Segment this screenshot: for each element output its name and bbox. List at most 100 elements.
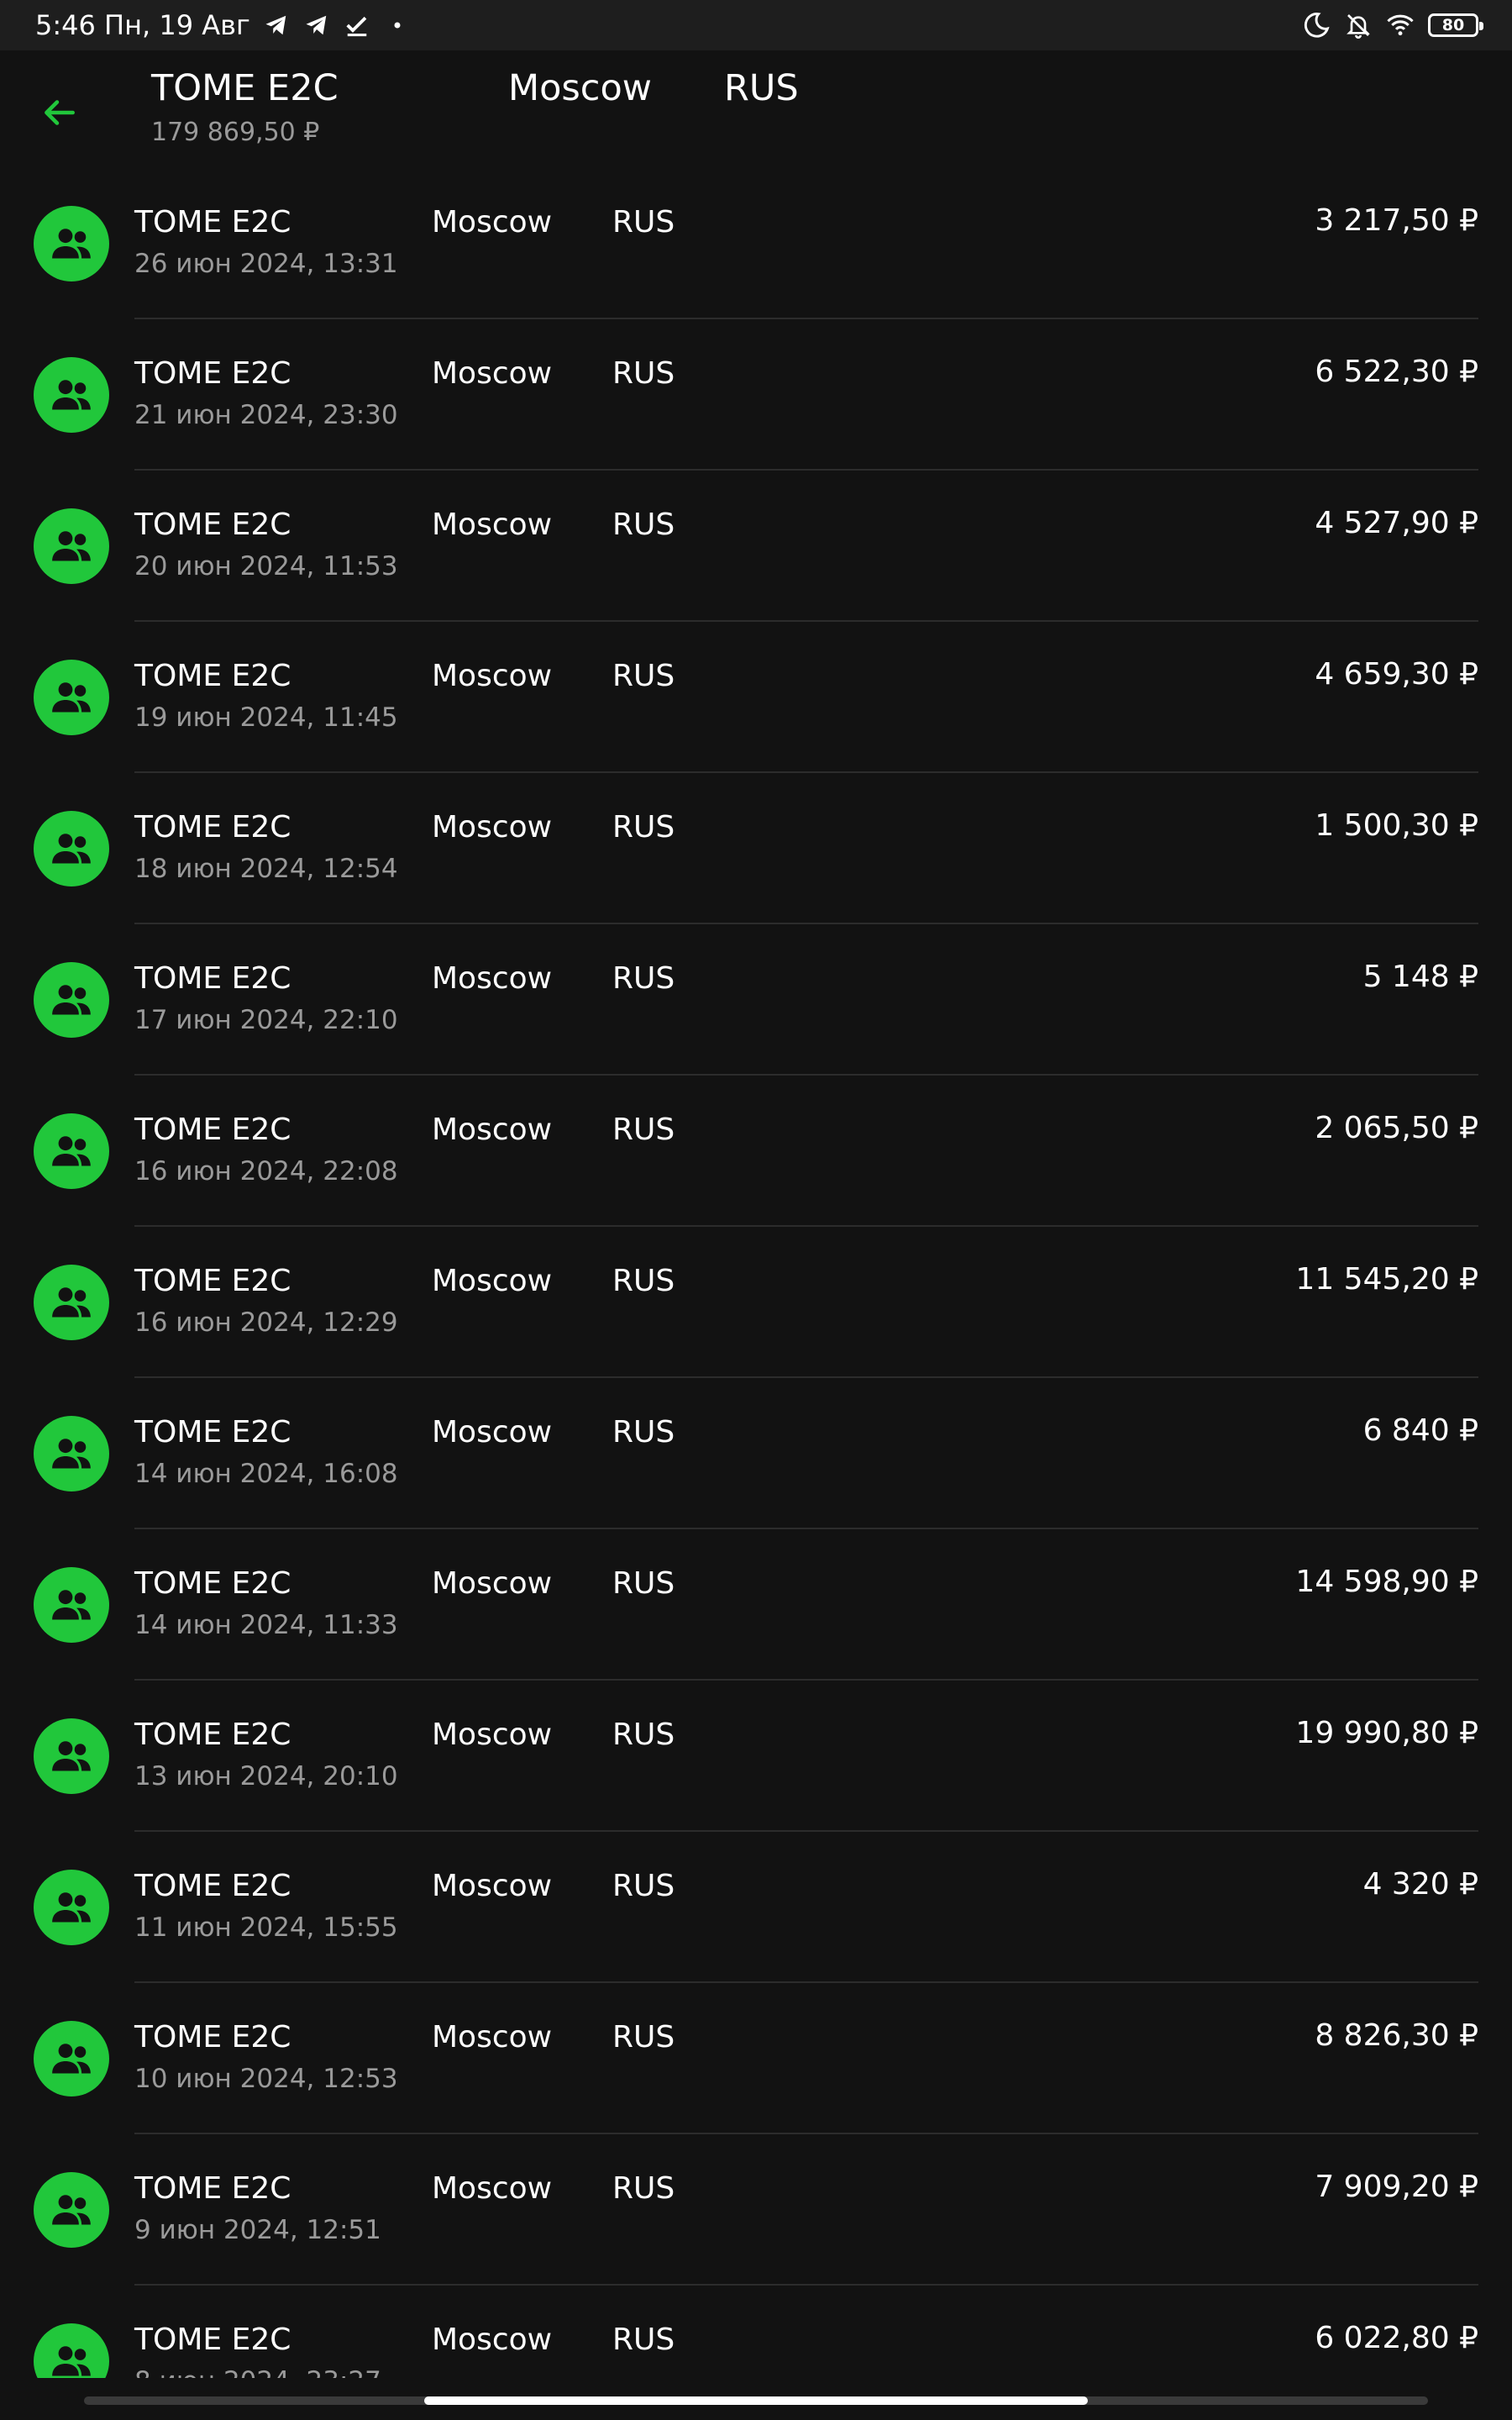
arrow-left-icon [45,100,75,125]
merchant-name: TOME E2C [134,508,291,542]
transaction-amount: 6 840 ₽ [1362,1413,1478,1448]
wifi-icon [1386,11,1415,39]
transaction-list[interactable]: TOME E2C Moscow RUS 26 июн 2024, 13:31 3… [0,168,1512,2378]
people-group-icon [34,2323,109,2378]
list-item[interactable]: TOME E2C Moscow RUS 26 июн 2024, 13:31 3… [0,168,1512,319]
transaction-amount: 14 598,90 ₽ [1295,1565,1478,1599]
header-country: RUS [724,67,799,109]
merchant-country: RUS [612,1415,675,1449]
transaction-date: 16 июн 2024, 12:29 [134,1307,398,1338]
merchant-country: RUS [612,961,675,996]
merchant-country: RUS [612,810,675,844]
merchant-name: TOME E2C [134,1264,291,1298]
people-group-icon [34,1113,109,1189]
list-item[interactable]: TOME E2C Moscow RUS 18 июн 2024, 12:54 1… [0,773,1512,924]
merchant-city: Moscow [432,1718,553,1752]
download-done-icon [343,11,371,39]
people-group-glyph [52,1741,91,1771]
transaction-amount: 4 320 ₽ [1362,1867,1478,1902]
scroll-thumb[interactable] [424,2396,1088,2405]
people-group-icon [34,1870,109,1945]
people-group-glyph [52,2195,91,2225]
merchant-name: TOME E2C [134,205,291,239]
transaction-date: 14 июн 2024, 16:08 [134,1459,398,1489]
status-left: 5:46 Пн, 19 Авг [35,9,412,41]
list-item[interactable]: TOME E2C Moscow RUS 21 июн 2024, 23:30 6… [0,319,1512,471]
transaction-amount: 19 990,80 ₽ [1295,1716,1478,1750]
telegram-icon [302,11,331,39]
people-group-glyph [52,985,91,1015]
back-button[interactable] [34,87,84,138]
transaction-amount: 2 065,50 ₽ [1315,1111,1478,1145]
people-group-glyph [52,2044,91,2074]
people-group-icon [34,1265,109,1340]
merchant-country: RUS [612,2171,675,2206]
transaction-date: 16 июн 2024, 22:08 [134,1156,398,1186]
merchant-city: Moscow [432,659,553,693]
people-group-icon [34,1416,109,1491]
merchant-city: Moscow [432,810,553,844]
merchant-country: RUS [612,1718,675,1752]
transaction-date: 10 июн 2024, 12:53 [134,2064,398,2094]
merchant-name: TOME E2C [134,1415,291,1449]
list-item[interactable]: TOME E2C Moscow RUS 10 июн 2024, 12:53 8… [0,1983,1512,2134]
people-group-glyph [52,531,91,561]
merchant-city: Moscow [432,1566,553,1601]
transaction-amount: 6 022,80 ₽ [1315,2321,1478,2355]
transaction-date: 18 июн 2024, 12:54 [134,854,398,884]
people-group-glyph [52,229,91,259]
merchant-city: Moscow [432,1415,553,1449]
list-item[interactable]: TOME E2C Moscow RUS 9 июн 2024, 12:51 7 … [0,2134,1512,2286]
people-group-glyph [52,1439,91,1469]
scroll-indicator[interactable] [84,2396,1428,2405]
merchant-name: TOME E2C [134,2020,291,2054]
list-item[interactable]: TOME E2C Moscow RUS 16 июн 2024, 12:29 1… [0,1227,1512,1378]
merchant-country: RUS [612,356,675,391]
transaction-amount: 1 500,30 ₽ [1315,808,1478,843]
list-item[interactable]: TOME E2C Moscow RUS 13 июн 2024, 20:10 1… [0,1681,1512,1832]
merchant-country: RUS [612,1566,675,1601]
merchant-name: TOME E2C [134,2171,291,2206]
list-item[interactable]: TOME E2C Moscow RUS 8 июн 2024, 23:27 6 … [0,2286,1512,2378]
merchant-name: TOME E2C [134,1869,291,1903]
status-time: 5:46 Пн, 19 Авг [35,9,250,41]
list-item[interactable]: TOME E2C Moscow RUS 16 июн 2024, 22:08 2… [0,1076,1512,1227]
merchant-city: Moscow [432,508,553,542]
people-group-glyph [52,1590,91,1620]
list-item[interactable]: TOME E2C Moscow RUS 17 июн 2024, 22:10 5… [0,924,1512,1076]
transaction-amount: 4 659,30 ₽ [1315,657,1478,692]
list-item[interactable]: TOME E2C Moscow RUS 19 июн 2024, 11:45 4… [0,622,1512,773]
list-item[interactable]: TOME E2C Moscow RUS 14 июн 2024, 16:08 6… [0,1378,1512,1529]
people-group-icon [34,2172,109,2248]
transaction-date: 21 июн 2024, 23:30 [134,400,398,430]
merchant-city: Moscow [432,205,553,239]
merchant-city: Moscow [432,2323,553,2357]
transaction-amount: 5 148 ₽ [1362,960,1478,994]
people-group-glyph [52,682,91,713]
transaction-amount: 3 217,50 ₽ [1315,203,1478,238]
transaction-date: 17 июн 2024, 22:10 [134,1005,398,1035]
transaction-amount: 11 545,20 ₽ [1295,1262,1478,1297]
bell-off-icon [1344,11,1373,39]
transaction-date: 26 июн 2024, 13:31 [134,249,398,279]
people-group-glyph [52,380,91,410]
merchant-name: TOME E2C [134,1113,291,1147]
transaction-date: 20 июн 2024, 11:53 [134,551,398,581]
merchant-name: TOME E2C [134,1566,291,1601]
merchant-country: RUS [612,2323,675,2357]
telegram-icon [262,11,291,39]
list-item[interactable]: TOME E2C Moscow RUS 20 июн 2024, 11:53 4… [0,471,1512,622]
list-item[interactable]: TOME E2C Moscow RUS 11 июн 2024, 15:55 4… [0,1832,1512,1983]
merchant-name: TOME E2C [134,356,291,391]
list-item[interactable]: TOME E2C Moscow RUS 14 июн 2024, 11:33 1… [0,1529,1512,1681]
people-group-glyph [52,1287,91,1318]
merchant-country: RUS [612,1113,675,1147]
merchant-country: RUS [612,1869,675,1903]
merchant-name: TOME E2C [134,659,291,693]
merchant-city: Moscow [432,2020,553,2054]
people-group-icon [34,2021,109,2096]
status-bar: 5:46 Пн, 19 Авг 80 [0,0,1512,50]
merchant-country: RUS [612,659,675,693]
merchant-country: RUS [612,1264,675,1298]
people-group-glyph [52,2346,91,2376]
